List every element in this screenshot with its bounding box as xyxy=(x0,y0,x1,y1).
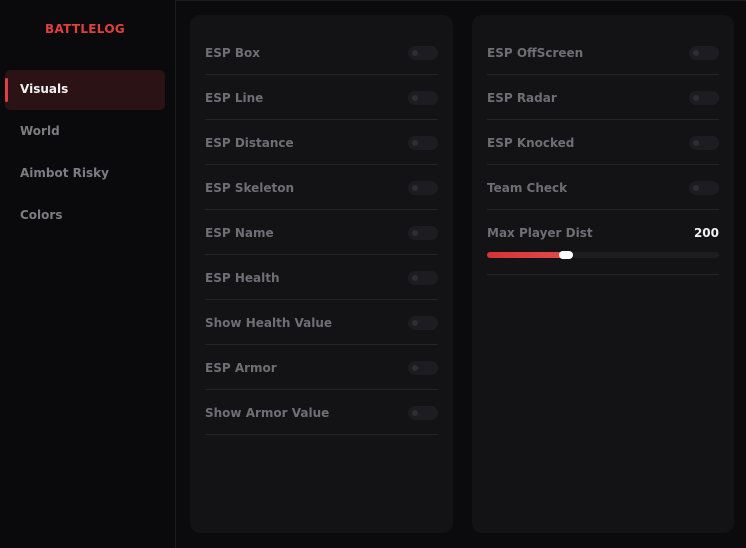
show-health-value-toggle[interactable] xyxy=(408,316,438,330)
toggle-row-esp-name: ESP Name xyxy=(205,210,438,255)
visuals-right-panel: ESP OffScreen ESP Radar ESP Knocked Team… xyxy=(472,15,734,533)
toggle-row-esp-line: ESP Line xyxy=(205,75,438,120)
slider-thumb[interactable] xyxy=(558,251,573,259)
esp-box-toggle[interactable] xyxy=(408,46,438,60)
sidebar-item-aimbot-risky[interactable]: Aimbot Risky xyxy=(5,154,165,194)
esp-knocked-toggle[interactable] xyxy=(689,136,719,150)
esp-offscreen-toggle[interactable] xyxy=(689,46,719,60)
esp-distance-toggle[interactable] xyxy=(408,136,438,150)
toggle-knob xyxy=(693,95,699,101)
toggle-knob xyxy=(412,410,418,416)
toggle-knob xyxy=(693,50,699,56)
cheat-menu-window: BATTLELOG Visuals World Aimbot Risky Col… xyxy=(0,0,746,548)
toggle-row-team-check: Team Check xyxy=(487,165,719,210)
active-indicator xyxy=(5,78,8,102)
toggle-row-esp-radar: ESP Radar xyxy=(487,75,719,120)
sidebar: BATTLELOG Visuals World Aimbot Risky Col… xyxy=(0,0,176,548)
toggle-label: ESP Knocked xyxy=(487,136,575,150)
esp-line-toggle[interactable] xyxy=(408,91,438,105)
toggle-row-esp-distance: ESP Distance xyxy=(205,120,438,165)
visuals-left-panel: ESP Box ESP Line ESP Distance ESP Skelet… xyxy=(190,15,453,533)
sidebar-item-visuals[interactable]: Visuals xyxy=(5,70,165,110)
toggle-knob xyxy=(693,140,699,146)
esp-skeleton-toggle[interactable] xyxy=(408,181,438,195)
esp-health-toggle[interactable] xyxy=(408,271,438,285)
toggle-label: ESP Name xyxy=(205,226,274,240)
esp-radar-toggle[interactable] xyxy=(689,91,719,105)
slider-fill xyxy=(487,252,566,258)
toggle-knob xyxy=(412,95,418,101)
sidebar-item-label: Aimbot Risky xyxy=(20,166,109,180)
toggle-label: ESP OffScreen xyxy=(487,46,584,60)
toggle-row-show-armor-value: Show Armor Value xyxy=(205,390,438,435)
slider-value: 200 xyxy=(693,226,719,240)
toggle-label: ESP Skeleton xyxy=(205,181,295,195)
toggle-label: ESP Radar xyxy=(487,91,557,105)
toggle-row-esp-knocked: ESP Knocked xyxy=(487,120,719,165)
toggle-label: ESP Health xyxy=(205,271,280,285)
team-check-toggle[interactable] xyxy=(689,181,719,195)
esp-name-toggle[interactable] xyxy=(408,226,438,240)
sidebar-item-label: World xyxy=(20,124,60,138)
toggle-row-esp-armor: ESP Armor xyxy=(205,345,438,390)
toggle-label: ESP Line xyxy=(205,91,264,105)
toggle-label: ESP Distance xyxy=(205,136,294,150)
toggle-label: Show Armor Value xyxy=(205,406,330,420)
toggle-row-show-health-value: Show Health Value xyxy=(205,300,438,345)
left-toggle-list: ESP Box ESP Line ESP Distance ESP Skelet… xyxy=(190,30,453,435)
slider-label: Max Player Dist xyxy=(487,226,593,240)
esp-armor-toggle[interactable] xyxy=(408,361,438,375)
sidebar-item-colors[interactable]: Colors xyxy=(5,196,165,236)
sidebar-item-label: Colors xyxy=(20,208,63,222)
toggle-knob xyxy=(412,50,418,56)
toggle-row-esp-box: ESP Box xyxy=(205,30,438,75)
right-toggle-list: ESP OffScreen ESP Radar ESP Knocked Team… xyxy=(472,30,734,275)
sidebar-item-label: Visuals xyxy=(20,82,69,96)
toggle-knob xyxy=(412,230,418,236)
toggle-knob xyxy=(412,275,418,281)
toggle-label: ESP Armor xyxy=(205,361,277,375)
toggle-row-esp-health: ESP Health xyxy=(205,255,438,300)
toggle-knob xyxy=(412,140,418,146)
sidebar-item-world[interactable]: World xyxy=(5,112,165,152)
toggle-knob xyxy=(693,185,699,191)
toggle-label: ESP Box xyxy=(205,46,260,60)
toggle-knob xyxy=(412,365,418,371)
toggle-label: Show Health Value xyxy=(205,316,333,330)
toggle-knob xyxy=(412,185,418,191)
toggle-row-esp-offscreen: ESP OffScreen xyxy=(487,30,719,75)
toggle-row-esp-skeleton: ESP Skeleton xyxy=(205,165,438,210)
sidebar-nav: Visuals World Aimbot Risky Colors xyxy=(5,70,165,238)
brand-title: BATTLELOG xyxy=(45,22,125,36)
toggle-label: Team Check xyxy=(487,181,568,195)
toggle-knob xyxy=(412,320,418,326)
max-player-dist-slider[interactable] xyxy=(487,251,719,259)
slider-row-max-player-dist: Max Player Dist 200 xyxy=(487,210,719,275)
show-armor-value-toggle[interactable] xyxy=(408,406,438,420)
